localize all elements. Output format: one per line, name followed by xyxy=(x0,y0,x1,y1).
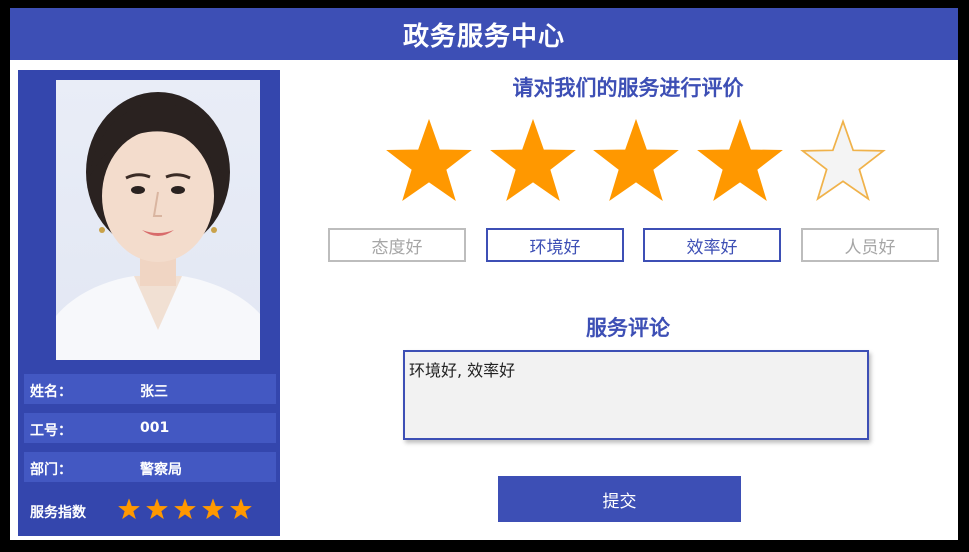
app-window: 政务服务中心 姓名： 张三 工号： 001 部门： 警察局 服务指数 请对我们的… xyxy=(10,8,958,540)
dept-label: 部门： xyxy=(30,462,72,478)
tag-staff[interactable]: 人员好 xyxy=(801,228,939,262)
star-empty-icon[interactable] xyxy=(800,118,886,204)
star-filled-icon[interactable] xyxy=(696,118,783,204)
tag-efficiency[interactable]: 效率好 xyxy=(643,228,781,262)
star-filled-icon[interactable] xyxy=(489,118,576,204)
id-label: 工号： xyxy=(30,423,72,439)
id-value: 001 xyxy=(140,420,170,436)
name-value: 张三 xyxy=(140,384,168,400)
star-icon xyxy=(118,498,140,520)
rating-stars xyxy=(386,118,886,204)
tag-attitude[interactable]: 态度好 xyxy=(328,228,466,262)
star-icon xyxy=(230,498,252,520)
staff-name-row: 姓名： 张三 xyxy=(24,374,276,404)
tag-label: 效率好 xyxy=(686,237,738,258)
tag-environment[interactable]: 环境好 xyxy=(486,228,624,262)
name-label: 姓名： xyxy=(30,384,72,400)
star-icon xyxy=(202,498,224,520)
service-score-stars xyxy=(118,498,252,520)
comment-textarea[interactable] xyxy=(403,350,869,440)
tag-label: 态度好 xyxy=(371,237,423,258)
staff-card: 姓名： 张三 工号： 001 部门： 警察局 服务指数 xyxy=(18,70,280,536)
submit-button[interactable]: 提交 xyxy=(498,476,741,522)
staff-photo xyxy=(56,80,260,360)
staff-dept-row: 部门： 警察局 xyxy=(24,452,276,482)
tag-label: 人员好 xyxy=(844,237,896,258)
staff-id-row: 工号： 001 xyxy=(24,413,276,443)
page-title: 政务服务中心 xyxy=(402,21,565,52)
service-score-label: 服务指数 xyxy=(30,505,86,521)
star-icon xyxy=(174,498,196,520)
rating-prompt: 请对我们的服务进行评价 xyxy=(512,76,744,100)
star-filled-icon[interactable] xyxy=(593,118,679,204)
star-icon xyxy=(146,498,168,520)
dept-value: 警察局 xyxy=(140,462,182,478)
tag-label: 环境好 xyxy=(529,237,581,258)
app-header: 政务服务中心 xyxy=(10,8,958,60)
comment-title: 服务评论 xyxy=(586,316,670,340)
star-filled-icon[interactable] xyxy=(386,118,472,204)
